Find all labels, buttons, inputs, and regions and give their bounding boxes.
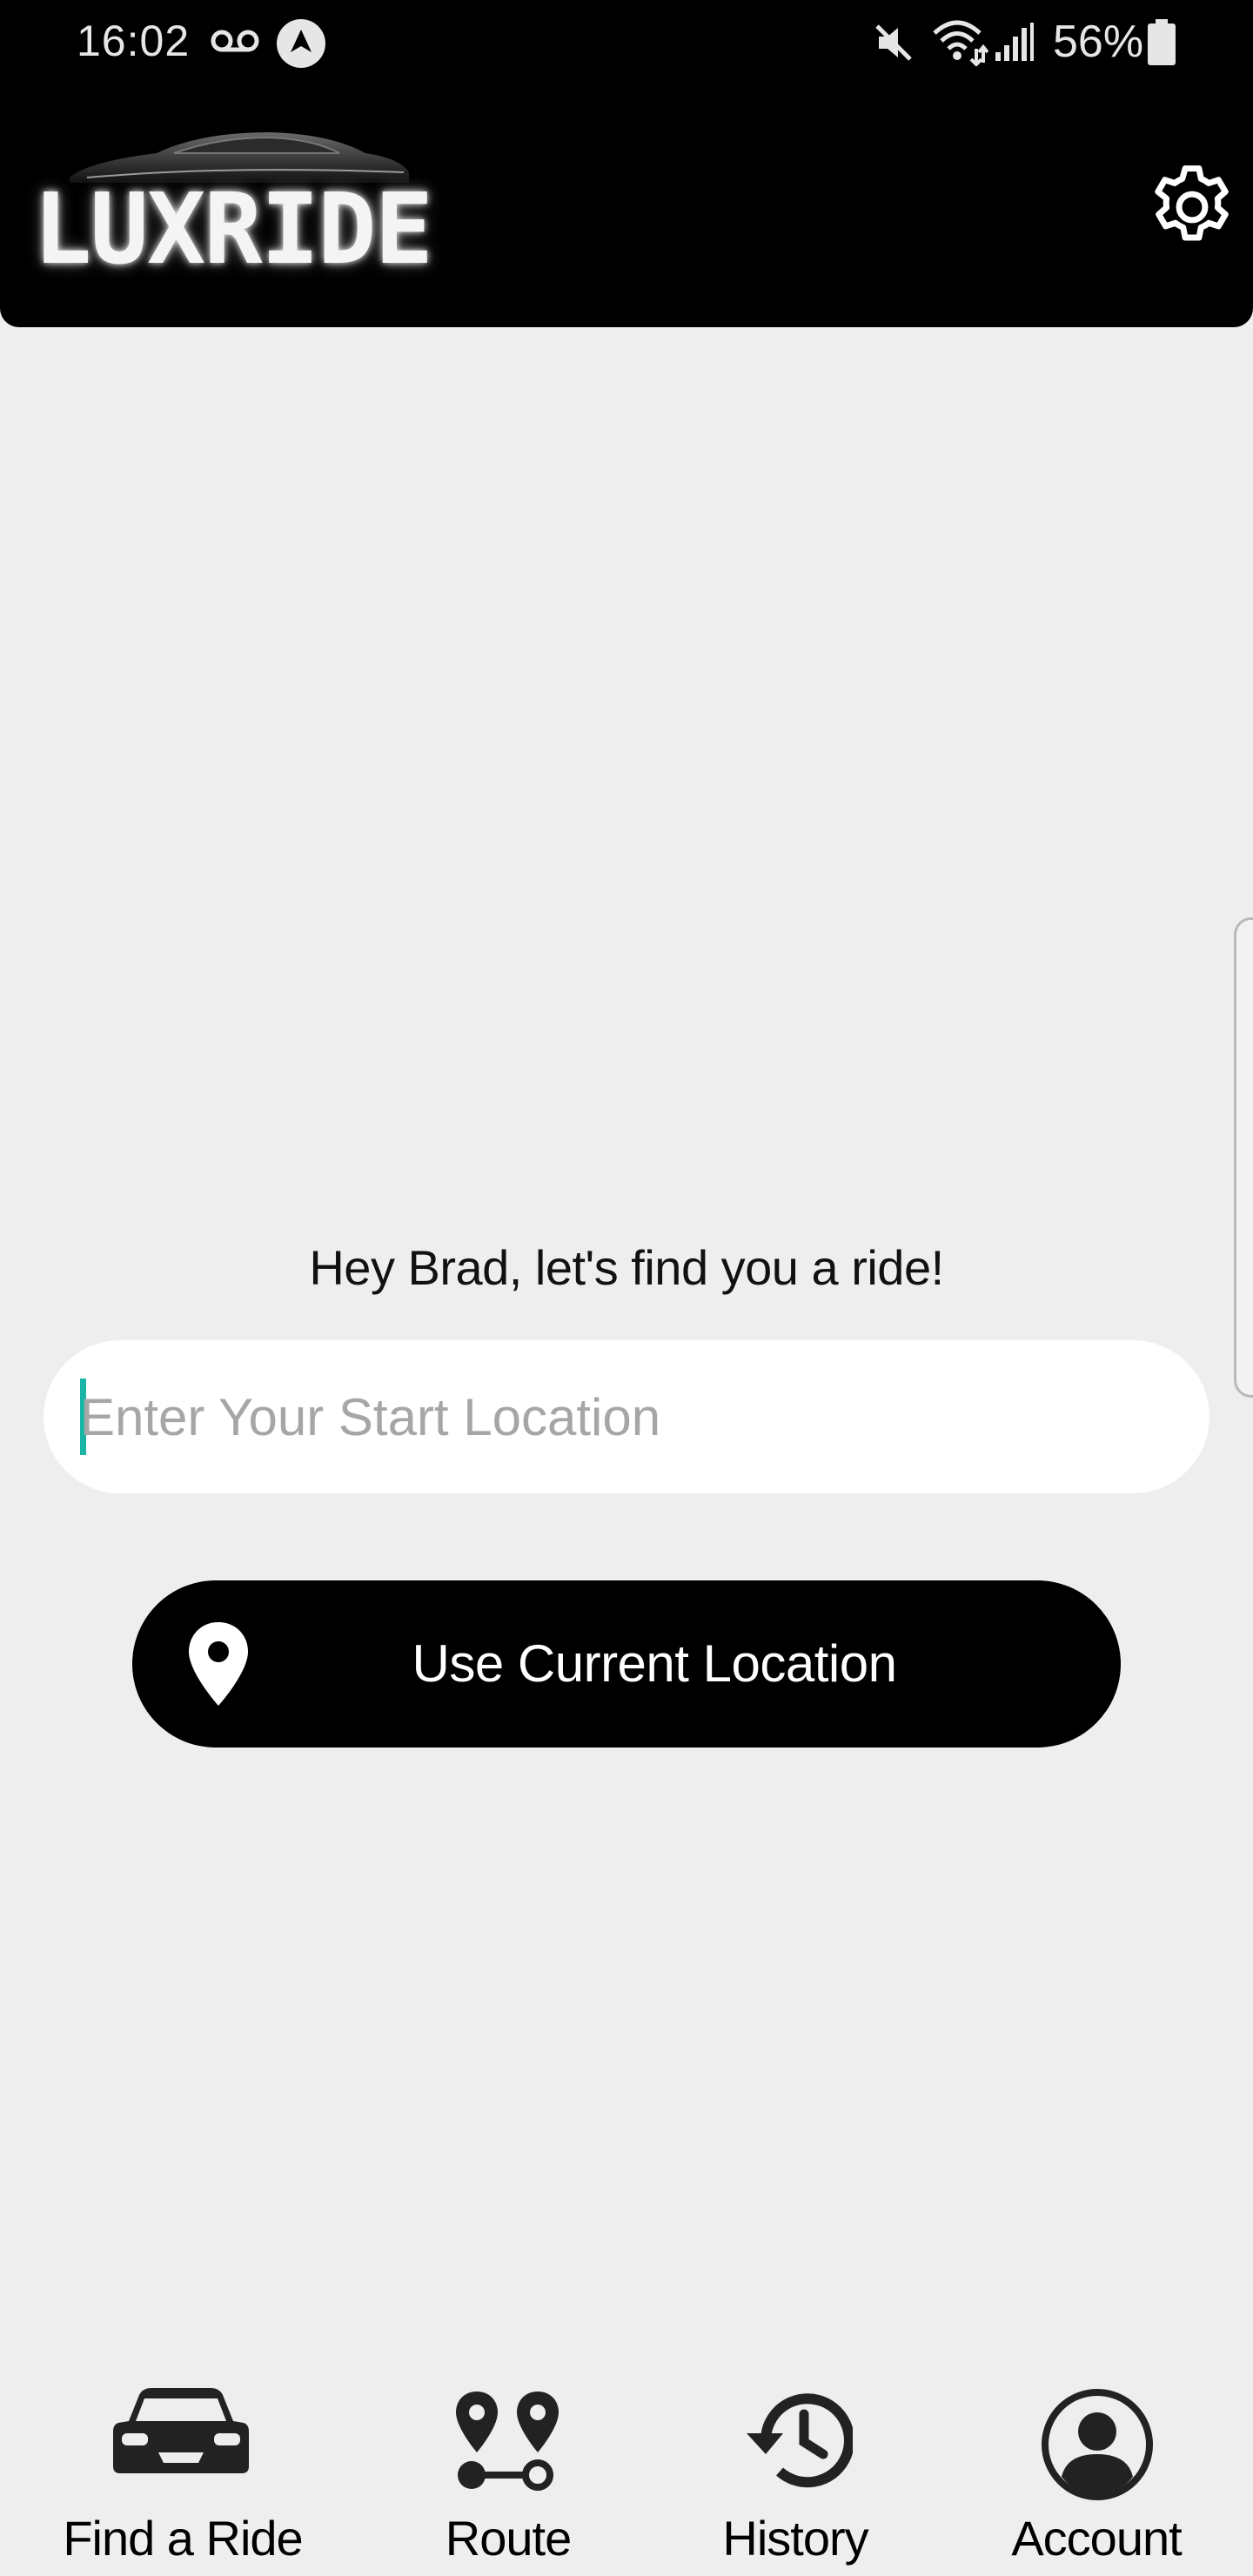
signal-icon	[995, 23, 1034, 61]
settings-button[interactable]	[1138, 153, 1246, 261]
use-current-location-label: Use Current Location	[412, 1634, 897, 1693]
gear-icon	[1155, 165, 1229, 241]
history-icon	[747, 2393, 853, 2488]
scroll-handle[interactable]	[1234, 917, 1253, 1398]
nav-label-route: Route	[445, 2511, 572, 2566]
nav-item-route[interactable]: Route	[412, 2367, 604, 2576]
battery-icon	[1148, 19, 1176, 65]
nav-label-history: History	[722, 2511, 868, 2566]
nav-item-account[interactable]: Account	[1001, 2367, 1192, 2576]
bottom-navigation: Find a Ride Route History Account	[0, 2367, 1253, 2576]
nav-label-find-a-ride: Find a Ride	[63, 2511, 303, 2566]
greeting-text: Hey Brad, let's find you a ride!	[309, 1240, 944, 1295]
start-location-field[interactable]	[44, 1340, 1209, 1493]
app-screen: 16:02 56% LUXRIDE Hey Brad, let's find y…	[0, 0, 1253, 2576]
battery-percent: 56%	[1053, 17, 1144, 67]
navigation-icon	[277, 19, 325, 68]
nav-item-history[interactable]: History	[700, 2367, 891, 2576]
car-icon	[113, 2388, 249, 2473]
use-current-location-button[interactable]: Use Current Location	[132, 1580, 1121, 1748]
wifi-icon	[933, 20, 988, 66]
status-bar: 16:02 56%	[0, 0, 1253, 84]
account-icon	[1042, 2389, 1153, 2500]
voicemail-icon	[211, 30, 259, 52]
route-icon	[456, 2392, 559, 2491]
app-header: 16:02 56% LUXRIDE	[0, 0, 1253, 327]
start-location-input[interactable]	[80, 1340, 1176, 1493]
status-time: 16:02	[77, 17, 191, 65]
nav-label-account: Account	[1011, 2511, 1182, 2566]
logo-text: LUXRIDE	[33, 173, 433, 286]
luxride-logo: LUXRIDE	[26, 127, 435, 292]
mute-icon	[875, 24, 912, 61]
nav-item-find-a-ride[interactable]: Find a Ride	[61, 2367, 305, 2576]
